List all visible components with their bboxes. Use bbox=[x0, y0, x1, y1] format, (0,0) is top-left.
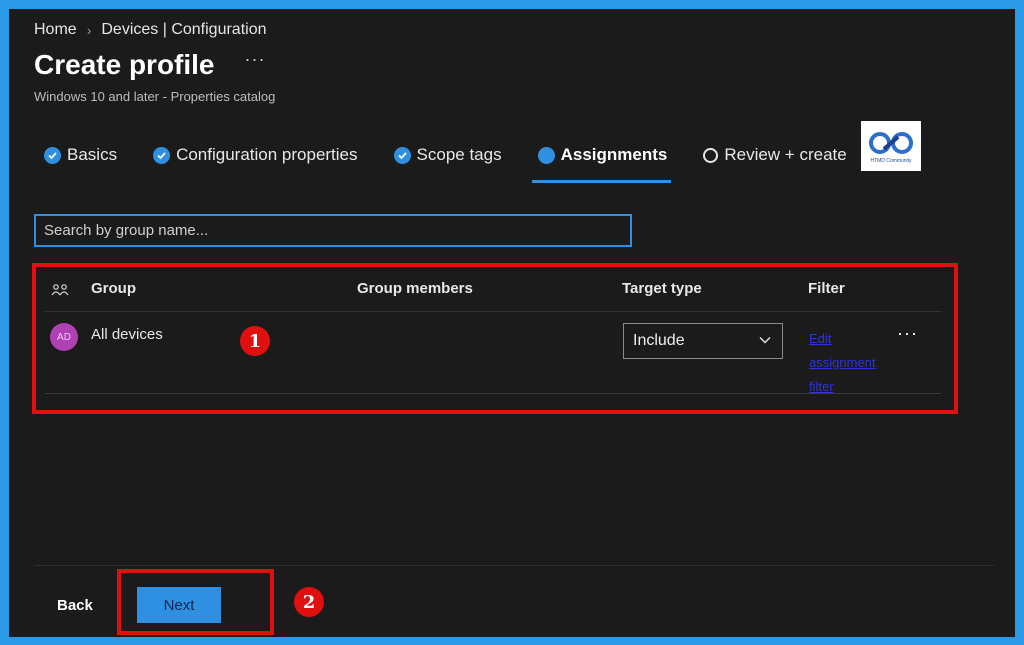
annotation-badge-1: 1 bbox=[240, 326, 270, 356]
breadcrumb-home[interactable]: Home bbox=[34, 21, 77, 39]
page-subtitle: Windows 10 and later - Properties catalo… bbox=[34, 89, 276, 104]
step-label: Review + create bbox=[724, 145, 847, 164]
next-button[interactable]: Next bbox=[137, 587, 221, 623]
step-label: Assignments bbox=[560, 145, 668, 164]
step-label: Scope tags bbox=[416, 145, 502, 164]
column-header-target-type[interactable]: Target type bbox=[622, 280, 702, 297]
step-review-create[interactable]: Review + create bbox=[703, 139, 847, 171]
group-name: All devices bbox=[91, 326, 163, 343]
table-row: AD All devices Include Edit assignment f… bbox=[45, 313, 941, 394]
chevron-down-icon bbox=[759, 337, 771, 344]
step-configuration-properties[interactable]: Configuration properties bbox=[153, 139, 358, 171]
edit-filter-link[interactable]: Edit assignment filter bbox=[809, 327, 889, 399]
portal-frame: Home › Devices | Configuration Create pr… bbox=[6, 6, 1018, 640]
group-icon bbox=[51, 284, 69, 296]
chevron-right-icon: › bbox=[86, 22, 92, 38]
column-header-group-members[interactable]: Group members bbox=[357, 280, 473, 297]
breadcrumb-devices-configuration[interactable]: Devices | Configuration bbox=[101, 21, 266, 39]
search-group-input[interactable] bbox=[34, 214, 632, 247]
wizard-steps: Basics Configuration properties Scope ta… bbox=[44, 139, 883, 183]
row-more-options-icon[interactable]: ··· bbox=[897, 323, 918, 344]
pending-step-icon bbox=[703, 147, 719, 163]
checkmark-icon bbox=[44, 146, 61, 164]
table-header: Group Group members Target type Filter bbox=[45, 277, 941, 312]
annotation-badge-2: 2 bbox=[294, 587, 324, 617]
step-label: Configuration properties bbox=[176, 145, 358, 164]
htmd-community-logo: HTMD Community bbox=[861, 121, 921, 171]
step-scope-tags[interactable]: Scope tags bbox=[393, 139, 502, 171]
footer-divider bbox=[34, 565, 994, 566]
column-header-filter[interactable]: Filter bbox=[808, 280, 845, 297]
step-basics[interactable]: Basics bbox=[44, 139, 117, 171]
target-type-value: Include bbox=[633, 332, 685, 349]
column-header-group[interactable]: Group bbox=[91, 280, 136, 297]
more-options-icon[interactable]: ··· bbox=[245, 49, 266, 70]
avatar: AD bbox=[50, 323, 78, 351]
checkmark-icon bbox=[153, 146, 171, 164]
checkmark-icon bbox=[393, 146, 411, 164]
target-type-select[interactable]: Include bbox=[623, 323, 783, 359]
logo-mark-icon bbox=[869, 131, 913, 154]
logo-text: HTMD Community bbox=[870, 157, 912, 164]
breadcrumb: Home › Devices | Configuration bbox=[34, 21, 266, 39]
step-label: Basics bbox=[67, 145, 118, 164]
current-step-icon bbox=[537, 146, 555, 164]
page-title: Create profile ··· bbox=[34, 49, 265, 81]
back-button[interactable]: Back bbox=[57, 597, 93, 614]
step-assignments[interactable]: Assignments bbox=[531, 139, 672, 183]
page-title-text: Create profile bbox=[34, 49, 215, 80]
